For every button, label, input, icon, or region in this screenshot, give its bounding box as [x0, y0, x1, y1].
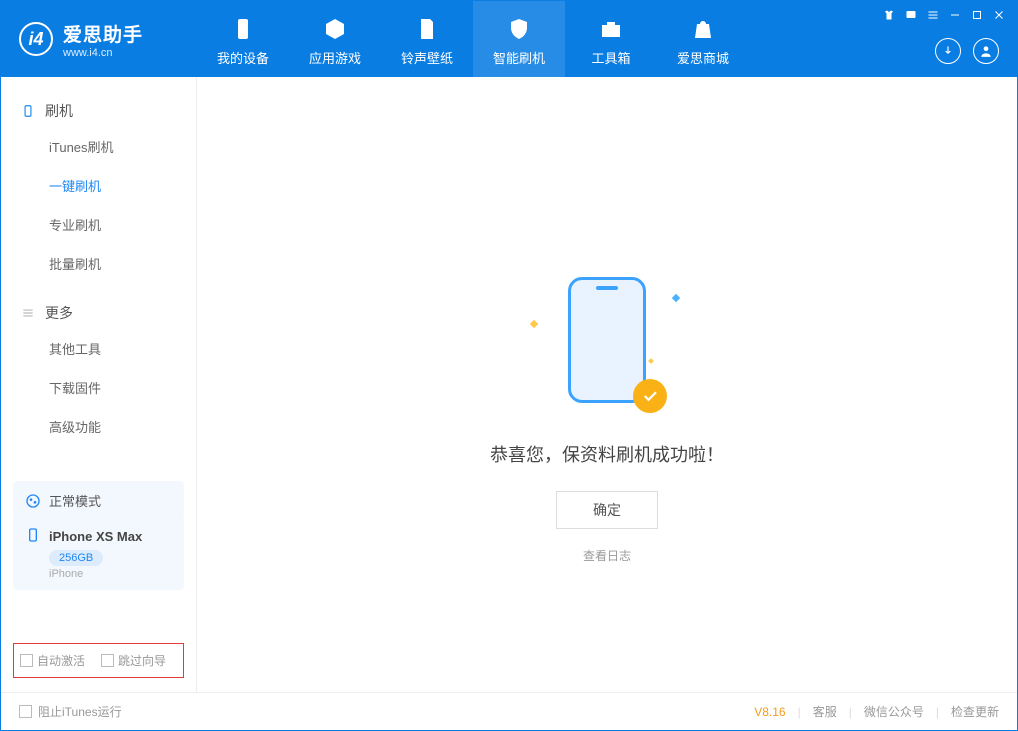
tab-apps[interactable]: 应用游戏: [289, 1, 381, 77]
check-badge-icon: [633, 379, 667, 413]
menu-icon[interactable]: [927, 9, 939, 24]
tab-flash[interactable]: 智能刷机: [473, 1, 565, 77]
user-button[interactable]: [973, 38, 999, 64]
phone-icon: [230, 16, 256, 42]
flash-options: 自动激活 跳过向导: [13, 643, 184, 678]
footer-link-support[interactable]: 客服: [813, 703, 837, 720]
mode-icon: [25, 493, 41, 509]
tab-label: 智能刷机: [493, 48, 545, 67]
tab-label: 工具箱: [591, 48, 630, 67]
ok-button[interactable]: 确定: [556, 491, 658, 529]
maximize-button[interactable]: [971, 9, 983, 24]
tab-label: 爱思商城: [677, 48, 729, 67]
download-button[interactable]: [935, 38, 961, 64]
toolbox-icon: [598, 16, 624, 42]
header-right: [883, 1, 1017, 77]
cube-icon: [322, 16, 348, 42]
tab-label: 铃声壁纸: [401, 48, 453, 67]
tab-ringtones[interactable]: 铃声壁纸: [381, 1, 473, 77]
phone-graphic-icon: [568, 277, 646, 403]
app-header: i4 爱思助手 www.i4.cn 我的设备 应用游戏 铃声壁纸 智能刷机 工具…: [1, 1, 1017, 77]
brand-url: www.i4.cn: [63, 47, 143, 59]
list-icon: [21, 306, 35, 320]
sidebar-item-itunes-flash[interactable]: iTunes刷机: [1, 127, 196, 166]
device-card[interactable]: iPhone XS Max 256GB iPhone: [13, 517, 184, 590]
checkbox-stop-itunes[interactable]: 阻止iTunes运行: [19, 703, 122, 720]
tab-my-device[interactable]: 我的设备: [197, 1, 289, 77]
main-content: 恭喜您，保资料刷机成功啦！ 确定 查看日志: [197, 77, 1017, 692]
tab-label: 我的设备: [217, 48, 269, 67]
user-controls: [935, 38, 1005, 64]
phone-outline-icon: [21, 104, 35, 118]
main-tabs: 我的设备 应用游戏 铃声壁纸 智能刷机 工具箱 爱思商城: [197, 1, 749, 77]
tab-toolbox[interactable]: 工具箱: [565, 1, 657, 77]
result-panel: 恭喜您，保资料刷机成功啦！ 确定 查看日志: [490, 277, 724, 564]
storage-badge: 256GB: [49, 550, 103, 566]
footer-link-wechat[interactable]: 微信公众号: [864, 703, 924, 720]
mode-label: 正常模式: [49, 491, 101, 510]
view-log-link[interactable]: 查看日志: [490, 547, 724, 564]
success-illustration: [517, 277, 697, 417]
brand-logo-icon: i4: [19, 22, 53, 56]
tab-store[interactable]: 爱思商城: [657, 1, 749, 77]
sidebar-item-batch-flash[interactable]: 批量刷机: [1, 244, 196, 283]
sidebar-item-pro-flash[interactable]: 专业刷机: [1, 205, 196, 244]
device-name: iPhone XS Max: [49, 529, 142, 544]
brand-name: 爱思助手: [63, 20, 143, 47]
sidebar-item-oneclick-flash[interactable]: 一键刷机: [1, 166, 196, 205]
checkbox-skip-guide[interactable]: 跳过向导: [101, 652, 166, 669]
sidebar-item-other-tools[interactable]: 其他工具: [1, 329, 196, 368]
sidebar-item-download-firmware[interactable]: 下载固件: [1, 368, 196, 407]
sidebar-section-flash: 刷机: [1, 95, 196, 127]
success-message: 恭喜您，保资料刷机成功啦！: [490, 441, 724, 467]
window-controls: [883, 9, 1005, 24]
music-file-icon: [414, 16, 440, 42]
shield-refresh-icon: [506, 16, 532, 42]
minimize-button[interactable]: [949, 9, 961, 24]
brand: i4 爱思助手 www.i4.cn: [1, 1, 197, 77]
sidebar-item-advanced[interactable]: 高级功能: [1, 407, 196, 446]
checkbox-auto-activate[interactable]: 自动激活: [20, 652, 85, 669]
status-bar: 阻止iTunes运行 V8.16 | 客服 | 微信公众号 | 检查更新: [1, 692, 1017, 730]
tab-label: 应用游戏: [309, 48, 361, 67]
tshirt-icon[interactable]: [883, 9, 895, 24]
footer-link-update[interactable]: 检查更新: [951, 703, 999, 720]
device-type: iPhone: [49, 568, 172, 580]
sidebar: 刷机 iTunes刷机 一键刷机 专业刷机 批量刷机 更多 其他工具 下载固件 …: [1, 77, 197, 692]
device-phone-icon: [25, 527, 49, 546]
version-label: V8.16: [754, 705, 785, 719]
close-button[interactable]: [993, 9, 1005, 24]
mode-card[interactable]: 正常模式: [13, 481, 184, 520]
sidebar-section-more: 更多: [1, 297, 196, 329]
feedback-icon[interactable]: [905, 9, 917, 24]
bag-icon: [690, 16, 716, 42]
